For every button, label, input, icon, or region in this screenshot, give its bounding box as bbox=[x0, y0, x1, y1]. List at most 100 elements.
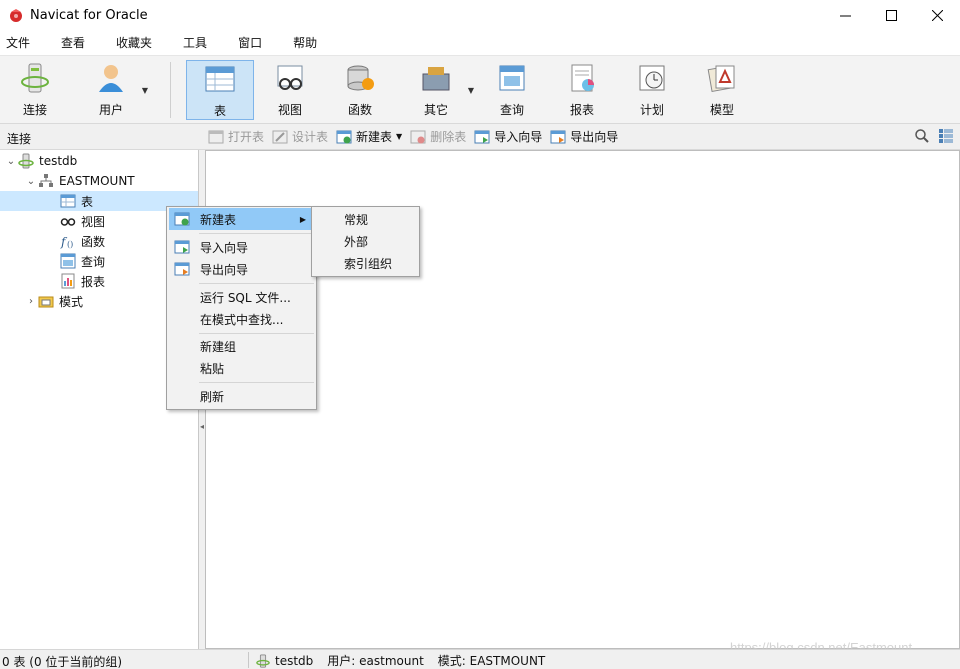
tree-node-views[interactable]: 视图 bbox=[60, 211, 105, 231]
submenu-external[interactable]: 外部 bbox=[314, 230, 417, 252]
ctx-paste-label: 粘贴 bbox=[200, 361, 225, 376]
user-icon bbox=[99, 65, 123, 92]
navicat-logo-icon bbox=[10, 9, 22, 22]
tree-label-tables: 表 bbox=[81, 194, 94, 209]
minimize-button[interactable] bbox=[822, 0, 868, 30]
tree-node-testdb[interactable]: ⌄ testdb bbox=[4, 151, 77, 171]
connection-pane-label: 连接 bbox=[7, 132, 32, 146]
submenu-index-organized[interactable]: 索引组织 bbox=[314, 252, 417, 274]
function-button[interactable]: 函数 bbox=[332, 60, 388, 120]
minimize-icon bbox=[839, 15, 851, 16]
tree-node-reports[interactable]: 报表 bbox=[60, 271, 105, 291]
new-table-dropdown-icon[interactable]: ▼ bbox=[396, 132, 402, 141]
table-label: 表 bbox=[213, 104, 226, 118]
new-table-icon bbox=[174, 212, 190, 226]
table-button[interactable]: 表 bbox=[186, 60, 254, 120]
query-icon bbox=[60, 253, 76, 269]
model-button[interactable]: 模型 bbox=[694, 60, 750, 120]
query-button[interactable]: 查询 bbox=[484, 60, 540, 120]
connect-label: 连接 bbox=[22, 103, 47, 117]
connection-icon bbox=[21, 63, 49, 93]
ctx-paste[interactable]: 粘贴 bbox=[169, 357, 314, 379]
export-wizard-label: 导出向导 bbox=[570, 130, 619, 144]
menu-divider bbox=[199, 233, 314, 234]
menu-file[interactable]: 文件 bbox=[0, 30, 43, 56]
table-icon bbox=[60, 194, 76, 208]
ctx-export-wizard-label: 导出向导 bbox=[200, 262, 249, 277]
menu-tools[interactable]: 工具 bbox=[177, 30, 220, 56]
tree-node-functions[interactable]: f() 函数 bbox=[60, 231, 105, 251]
other-button[interactable]: 其它 ▼ bbox=[408, 60, 474, 120]
ctx-export-wizard[interactable]: 导出向导 bbox=[169, 258, 314, 280]
search-icon[interactable] bbox=[914, 128, 930, 144]
ctx-find-in-schema-label: 在模式中查找... bbox=[200, 312, 284, 327]
import-wizard-icon bbox=[474, 130, 490, 143]
close-button[interactable] bbox=[914, 0, 960, 30]
ctx-new-table-label: 新建表 bbox=[200, 212, 237, 227]
table-icon bbox=[205, 66, 235, 92]
query-label: 查询 bbox=[499, 103, 524, 117]
submenu-normal[interactable]: 常规 bbox=[314, 208, 417, 230]
schemas-folder-icon bbox=[38, 296, 54, 308]
menu-help[interactable]: 帮助 bbox=[287, 30, 330, 56]
ctx-new-table[interactable]: 新建表 ▶ bbox=[169, 208, 314, 230]
tree-label-testdb: testdb bbox=[39, 154, 78, 168]
tree-label-queries: 查询 bbox=[81, 254, 106, 269]
user-button[interactable]: 用户 ▼ bbox=[84, 60, 148, 120]
tree-label-reports: 报表 bbox=[81, 274, 106, 289]
tree-node-queries[interactable]: 查询 bbox=[60, 251, 105, 271]
ctx-run-sql-file[interactable]: 运行 SQL 文件... bbox=[169, 286, 314, 308]
menu-favorites[interactable]: 收藏夹 bbox=[110, 30, 165, 56]
context-menu: 新建表 ▶ 导入向导 导出向导 运行 SQL 文件... 在模式中查找... 新… bbox=[166, 206, 317, 410]
ctx-import-wizard-label: 导入向导 bbox=[200, 240, 249, 255]
design-table-label: 设计表 bbox=[292, 130, 329, 144]
new-table-label: 新建表 bbox=[356, 130, 393, 144]
ctx-new-group[interactable]: 新建组 bbox=[169, 335, 314, 357]
menu-view[interactable]: 查看 bbox=[55, 30, 98, 56]
toolbar-divider bbox=[170, 62, 171, 118]
tree-node-schema[interactable]: ⌄ EASTMOUNT bbox=[24, 171, 135, 191]
tree-node-schemas[interactable]: › 模式 bbox=[24, 291, 83, 311]
glasses-icon bbox=[60, 218, 76, 226]
schema-icon bbox=[39, 174, 53, 187]
oracle-connection-icon bbox=[18, 153, 34, 169]
open-table-button[interactable]: 打开表 bbox=[208, 128, 264, 145]
report-label: 报表 bbox=[569, 103, 594, 117]
grid-view-icon[interactable] bbox=[938, 128, 954, 144]
new-table-icon bbox=[336, 130, 352, 143]
tree-label-schema: EASTMOUNT bbox=[59, 174, 135, 188]
report-button[interactable]: 报表 bbox=[554, 60, 610, 120]
status-user: 用户: eastmount bbox=[327, 654, 424, 668]
ctx-find-in-schema[interactable]: 在模式中查找... bbox=[169, 308, 314, 330]
delete-table-button[interactable]: 删除表 bbox=[410, 128, 466, 145]
window-title: Navicat for Oracle bbox=[30, 7, 148, 23]
new-table-button[interactable]: 新建表 ▼ bbox=[336, 128, 402, 145]
other-dropdown-arrow-icon[interactable]: ▼ bbox=[468, 86, 474, 95]
export-wizard-button[interactable]: 导出向导 bbox=[550, 128, 618, 145]
function-icon bbox=[347, 65, 374, 91]
menu-bar: 文件 查看 收藏夹 工具 窗口 帮助 bbox=[0, 30, 960, 56]
design-table-button[interactable]: 设计表 bbox=[272, 128, 328, 145]
tree-label-schemas: 模式 bbox=[59, 294, 84, 309]
view-icon bbox=[277, 65, 303, 90]
oracle-connection-icon bbox=[256, 653, 270, 668]
view-button[interactable]: 视图 bbox=[262, 60, 318, 120]
schedule-button[interactable]: 计划 bbox=[624, 60, 680, 120]
delete-table-label: 删除表 bbox=[430, 130, 467, 144]
collapsed-chevron-icon[interactable]: › bbox=[24, 296, 38, 307]
status-divider bbox=[248, 652, 249, 668]
ctx-refresh-label: 刷新 bbox=[200, 389, 225, 404]
ctx-refresh[interactable]: 刷新 bbox=[169, 385, 314, 407]
ctx-import-wizard[interactable]: 导入向导 bbox=[169, 236, 314, 258]
expanded-chevron-icon[interactable]: ⌄ bbox=[24, 176, 38, 187]
import-wizard-button[interactable]: 导入向导 bbox=[474, 128, 542, 145]
menu-window[interactable]: 窗口 bbox=[232, 30, 275, 56]
expanded-chevron-icon[interactable]: ⌄ bbox=[4, 156, 18, 167]
svg-text:(): () bbox=[67, 240, 73, 249]
import-wizard-icon bbox=[174, 240, 190, 254]
model-label: 模型 bbox=[709, 103, 734, 117]
main-toolbar: 连接 用户 ▼ 表 视图 函数 其它 ▼ 查询 报表 计划 模型 bbox=[0, 56, 960, 124]
maximize-button[interactable] bbox=[868, 0, 914, 30]
connect-button[interactable]: 连接 bbox=[8, 60, 62, 120]
user-dropdown-arrow-icon[interactable]: ▼ bbox=[142, 86, 148, 95]
